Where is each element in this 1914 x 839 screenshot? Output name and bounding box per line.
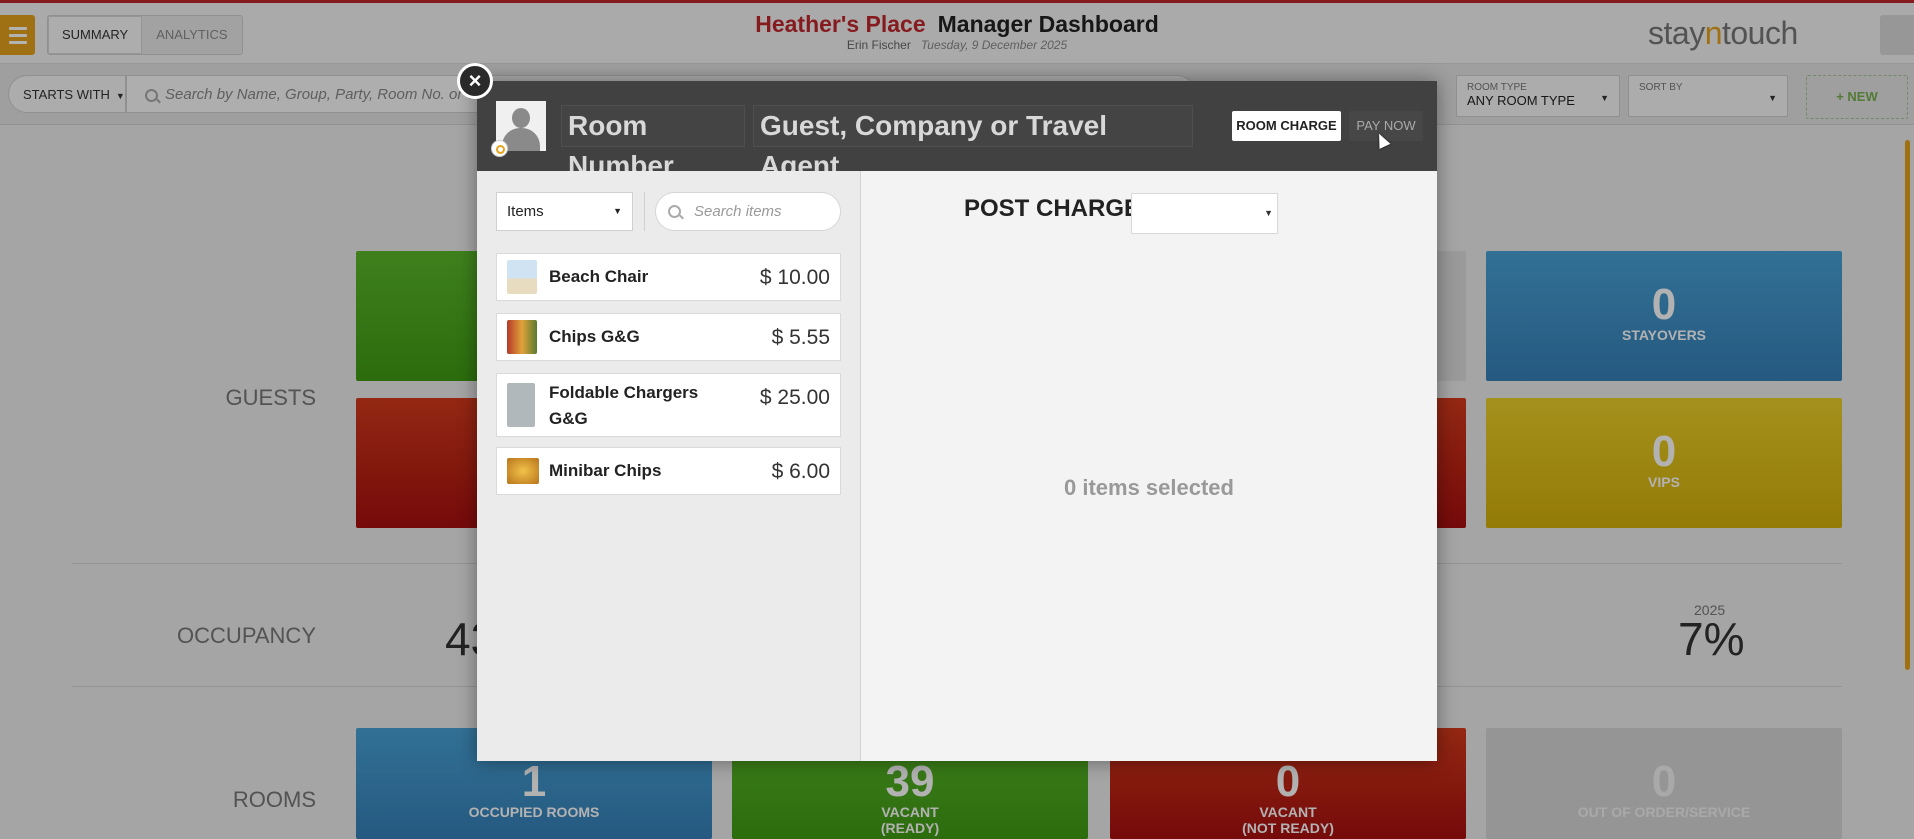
item-thumbnail [507, 260, 537, 294]
guest-company-input[interactable]: Guest, Company or Travel Agent [753, 105, 1193, 181]
item-beach-chair[interactable]: Beach Chair $ 10.00 [496, 253, 841, 301]
search-badge-icon[interactable] [491, 140, 508, 157]
close-icon[interactable]: × [457, 63, 493, 99]
items-category-select[interactable]: Items ▼ [496, 192, 633, 231]
item-foldable-chargers[interactable]: Foldable Chargers G&G $ 25.00 [496, 373, 841, 437]
items-search-input[interactable]: Search items [655, 192, 841, 231]
items-pane: Items ▼ Search items Beach Chair $ 10.00 … [477, 171, 861, 761]
search-icon [668, 205, 681, 218]
caret-down-icon: ▼ [613, 206, 622, 216]
caret-down-icon: ▼ [1264, 208, 1273, 218]
post-charge-modal: Room Number Guest, Company or Travel Age… [477, 81, 1437, 761]
room-charge-button[interactable]: ROOM CHARGE [1232, 111, 1341, 141]
divider [644, 192, 645, 231]
item-thumbnail [507, 383, 535, 427]
items-selected-summary: 0 items selected [1064, 475, 1234, 500]
item-thumbnail [507, 458, 539, 484]
room-number-input[interactable]: Room Number [561, 105, 745, 181]
post-charge-to-select[interactable]: ▼ [1131, 193, 1278, 234]
modal-header: Room Number Guest, Company or Travel Age… [477, 81, 1437, 181]
item-minibar-chips[interactable]: Minibar Chips $ 6.00 [496, 447, 841, 495]
item-chips[interactable]: Chips G&G $ 5.55 [496, 313, 841, 361]
item-thumbnail [507, 320, 537, 354]
charge-pane: POST CHARGE TO ▼ 0 items selected [861, 171, 1437, 761]
